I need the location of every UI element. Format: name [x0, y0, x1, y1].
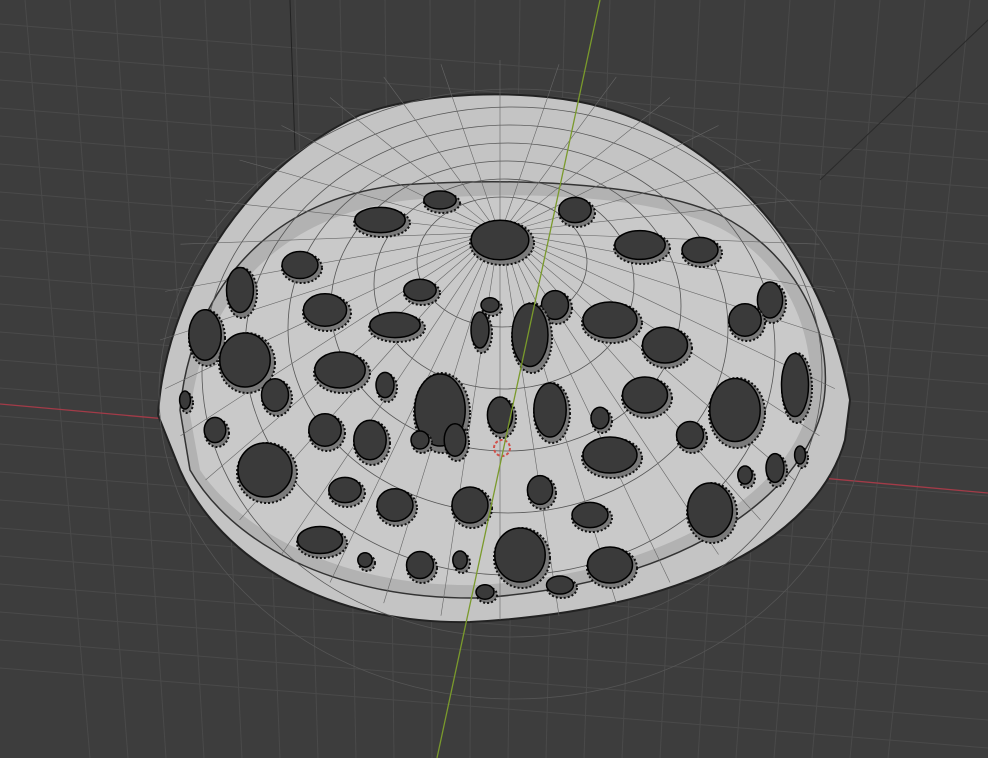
hole [470, 219, 530, 261]
hole [686, 482, 734, 538]
hole [403, 278, 437, 302]
hole [308, 413, 342, 447]
hole [614, 229, 666, 261]
hole [376, 488, 414, 522]
hole [545, 575, 575, 595]
hole [314, 351, 366, 389]
hole [281, 250, 319, 280]
hole [357, 552, 373, 568]
hole [470, 311, 490, 349]
hole [765, 452, 785, 484]
hole [203, 416, 227, 444]
hole [486, 396, 514, 434]
hole [452, 550, 468, 570]
hole [443, 423, 467, 457]
hole [494, 527, 546, 583]
viewport-canvas[interactable] [0, 0, 988, 758]
hole [375, 371, 395, 399]
hole [188, 309, 222, 361]
hole [590, 406, 610, 430]
dome-mesh[interactable] [156, 60, 870, 700]
hole [369, 311, 421, 339]
hole [558, 196, 592, 224]
grid-line [114, 0, 167, 758]
hole [423, 190, 457, 210]
hole [178, 390, 192, 410]
hole [780, 352, 810, 418]
hole [353, 419, 387, 461]
hole [582, 301, 638, 339]
hole [621, 376, 669, 414]
hole [237, 442, 293, 498]
hole [260, 378, 290, 412]
grid-line [849, 0, 926, 758]
3d-viewport[interactable] [0, 0, 988, 758]
hole [675, 420, 705, 450]
diagonal-guide-line [819, 19, 988, 181]
hole [793, 445, 807, 465]
hole [405, 550, 435, 580]
grid-line [69, 0, 129, 758]
hole [571, 501, 609, 529]
hole [480, 297, 500, 313]
z-axis-line [289, 0, 296, 151]
hole [354, 206, 406, 234]
hole [451, 486, 489, 524]
hole [586, 546, 634, 584]
hole [526, 474, 554, 506]
hole [328, 476, 362, 504]
hole [302, 293, 348, 327]
hole [582, 436, 638, 474]
hole [511, 302, 549, 368]
hole [410, 430, 430, 450]
hole [219, 332, 271, 388]
hole [225, 266, 255, 314]
hole [533, 382, 567, 438]
hole [296, 525, 344, 555]
hole [641, 326, 689, 364]
hole [709, 377, 761, 443]
hole [475, 584, 495, 600]
hole [681, 236, 719, 264]
hole [728, 303, 762, 337]
hole [737, 465, 753, 485]
